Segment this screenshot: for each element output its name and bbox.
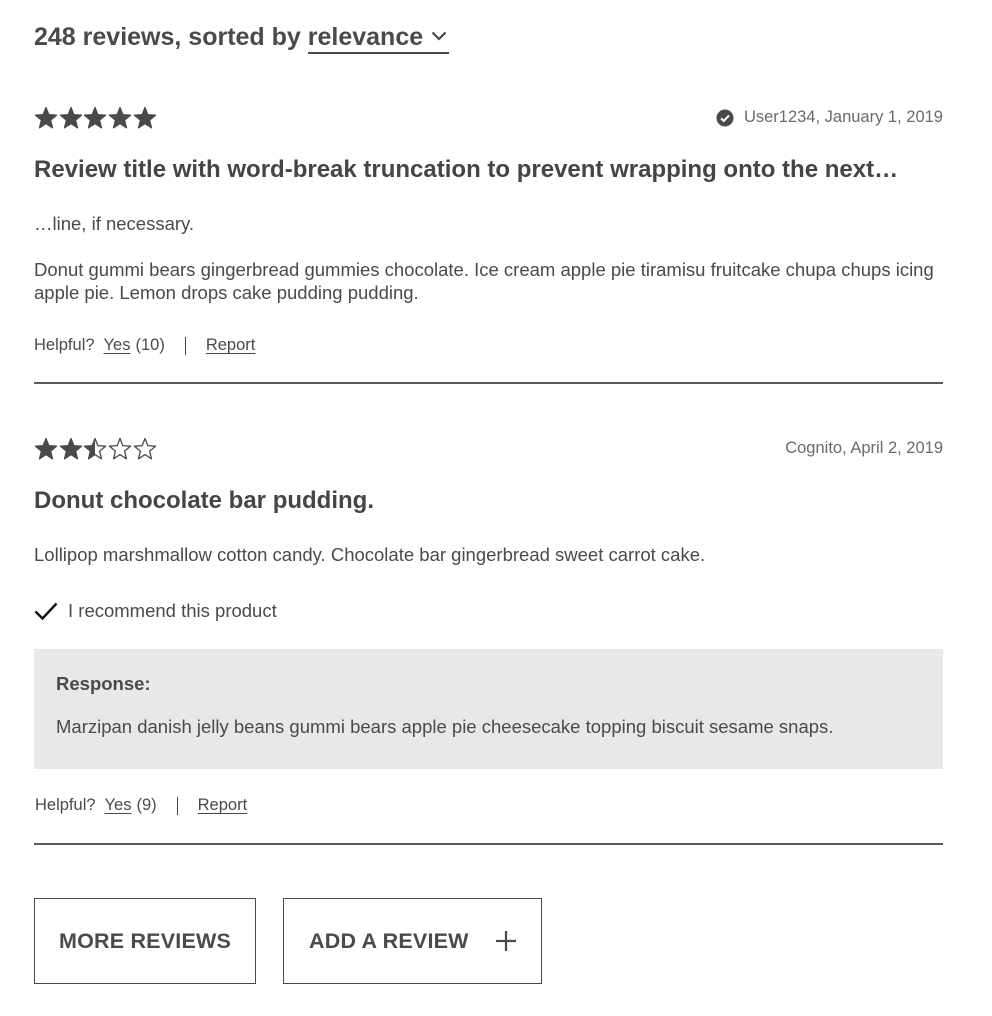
review-divider [34,843,943,845]
helpful-separator [184,336,186,355]
helpful-yes-count: (9) [136,796,157,814]
response-label: Response: [56,673,151,694]
review-author-date: User1234, January 1, 2019 [743,108,943,126]
verified-check-circle-icon [716,109,734,126]
star-icon-half [84,437,107,460]
star-icon-filled [84,106,107,129]
reviews-count-label: 248 reviews, sorted by [34,23,301,51]
helpful-label: Helpful? [35,796,96,814]
star-rating [34,106,157,130]
plus-icon [495,931,516,951]
sort-dropdown[interactable]: relevance [307,22,450,54]
helpful-row: Helpful? Yes (9) Report [35,796,247,815]
star-icon-filled [34,437,58,460]
more-reviews-label: MORE REVIEWS [58,928,232,953]
star-icon-empty [133,437,156,460]
response-text: Marzipan danish jelly beans gummi bears … [56,716,834,737]
helpful-label: Helpful? [34,336,95,354]
more-reviews-button[interactable]: MORE REVIEWS [34,898,256,984]
recommend-indicator: I recommend this product [34,599,277,623]
review-body: Donut gummi bears gingerbread gummies ch… [34,259,934,303]
reviews-summary: 248 reviews, sorted by relevance [34,22,450,54]
star-icon-filled [34,106,58,129]
report-link[interactable]: Report [198,796,248,815]
helpful-yes-count: (10) [135,336,165,354]
review-author: Cognito, April 2, 2019 [785,439,943,458]
review-divider [34,382,943,384]
star-icon-filled [59,437,82,460]
star-icon-filled [133,106,156,129]
helpful-yes-link[interactable]: Yes [104,336,131,355]
seller-response: Response: Marzipan danish jelly beans gu… [34,649,943,769]
recommend-text: I recommend this product [68,600,277,621]
checkmark-icon [34,602,58,621]
star-icon-empty [108,437,132,460]
star-icon-filled [59,106,82,129]
add-review-button[interactable]: ADD A REVIEW [283,898,542,984]
helpful-row: Helpful? Yes (10) Report [34,336,255,355]
review-author-date: Cognito, April 2, 2019 [785,439,943,457]
star-rating [34,437,157,461]
review-body: Lollipop marshmallow cotton candy. Choco… [34,544,706,565]
helpful-separator [176,796,178,815]
review-title-overflow: …line, if necessary. [34,213,195,234]
add-review-label: ADD A REVIEW [309,928,469,953]
review-title: Review title with word-break truncation … [34,156,899,183]
review-author: User1234, January 1, 2019 [716,108,943,127]
review-title: Donut chocolate bar pudding. [34,487,374,514]
helpful-yes-link[interactable]: Yes [105,796,132,815]
sort-value: relevance [307,23,424,51]
star-icon-filled [108,106,132,129]
chevron-down-icon [431,32,447,41]
report-link[interactable]: Report [206,336,256,355]
